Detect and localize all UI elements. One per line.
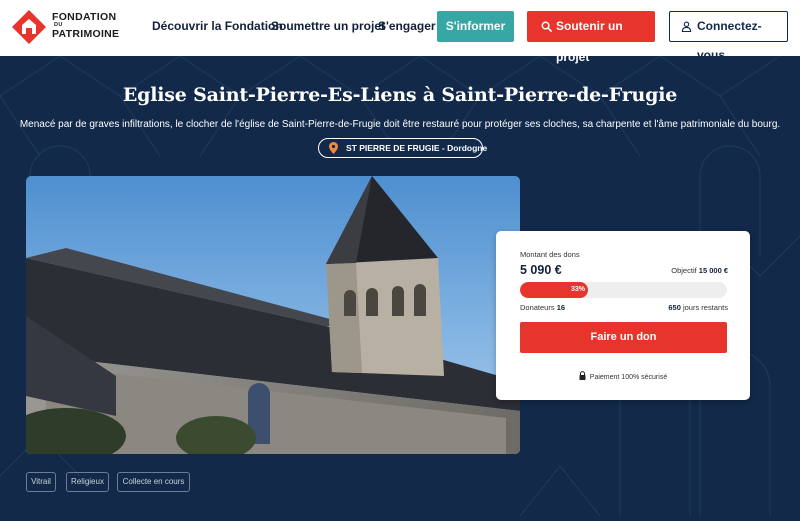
tag-religieux[interactable]: Religieux [66, 472, 109, 492]
logo[interactable]: FONDATION DU PATRIMOINE [12, 9, 120, 45]
site-header: FONDATION DU PATRIMOINE Découvrir la Fon… [0, 0, 800, 64]
goal-label: Objectif [671, 266, 697, 275]
logo-line-3: PATRIMOINE [52, 28, 120, 40]
secure-label: Paiement 100% sécurisé [589, 374, 668, 381]
location-label: ST PIERRE DE FRUGIE - Dordogne [346, 143, 488, 153]
logo-wordmark: FONDATION DU PATRIMOINE [52, 11, 120, 40]
support-project-button[interactable]: Soutenir un projet [527, 11, 655, 64]
tag-collecte[interactable]: Collecte en cours [117, 472, 190, 492]
inform-button[interactable]: S'informer [437, 11, 514, 42]
nav-link-engage[interactable]: S'engager [378, 19, 436, 33]
lock-icon [579, 371, 586, 380]
church-photo [26, 176, 520, 454]
page-title: Eglise Saint-Pierre-Es-Liens à Saint-Pie… [122, 84, 678, 106]
days-count: 650 [668, 303, 681, 312]
secure-payment: Paiement 100% sécurisé [496, 371, 750, 381]
goal-text: Objectif 15 000 € [671, 266, 728, 275]
days-label: jours restants [682, 303, 728, 312]
amount-value: 5 090 € [520, 263, 562, 277]
donate-button[interactable]: Faire un don [520, 322, 727, 353]
search-icon [541, 21, 552, 32]
map-pin-icon [329, 142, 338, 154]
days-remaining: 650 jours restants [668, 303, 728, 312]
amount-label: Montant des dons [520, 250, 580, 259]
nav-link-submit-project[interactable]: Soumettre un projet [271, 19, 385, 33]
donors-label: Donateurs [520, 303, 555, 312]
logo-icon [12, 10, 46, 44]
progress-label: 33% [571, 286, 586, 293]
location-badge[interactable]: ST PIERRE DE FRUGIE - Dordogne [318, 138, 487, 158]
user-icon [681, 21, 692, 32]
donation-card: Montant des dons 5 090 € Objectif 15 000… [496, 231, 750, 400]
goal-value: 15 000 € [698, 266, 728, 275]
nav-link-discover[interactable]: Découvrir la Fondation [152, 19, 283, 33]
tag-vitrail[interactable]: Vitrail [26, 472, 56, 492]
progress-bar: 33% [520, 282, 727, 298]
login-button[interactable]: Connectez-vous [669, 11, 788, 62]
project-description: Menacé par de graves infiltrations, le c… [19, 119, 781, 130]
logo-line-1: FONDATION [52, 11, 117, 23]
donors-count: 16 [556, 303, 566, 312]
donors-text: Donateurs 16 [520, 303, 565, 312]
